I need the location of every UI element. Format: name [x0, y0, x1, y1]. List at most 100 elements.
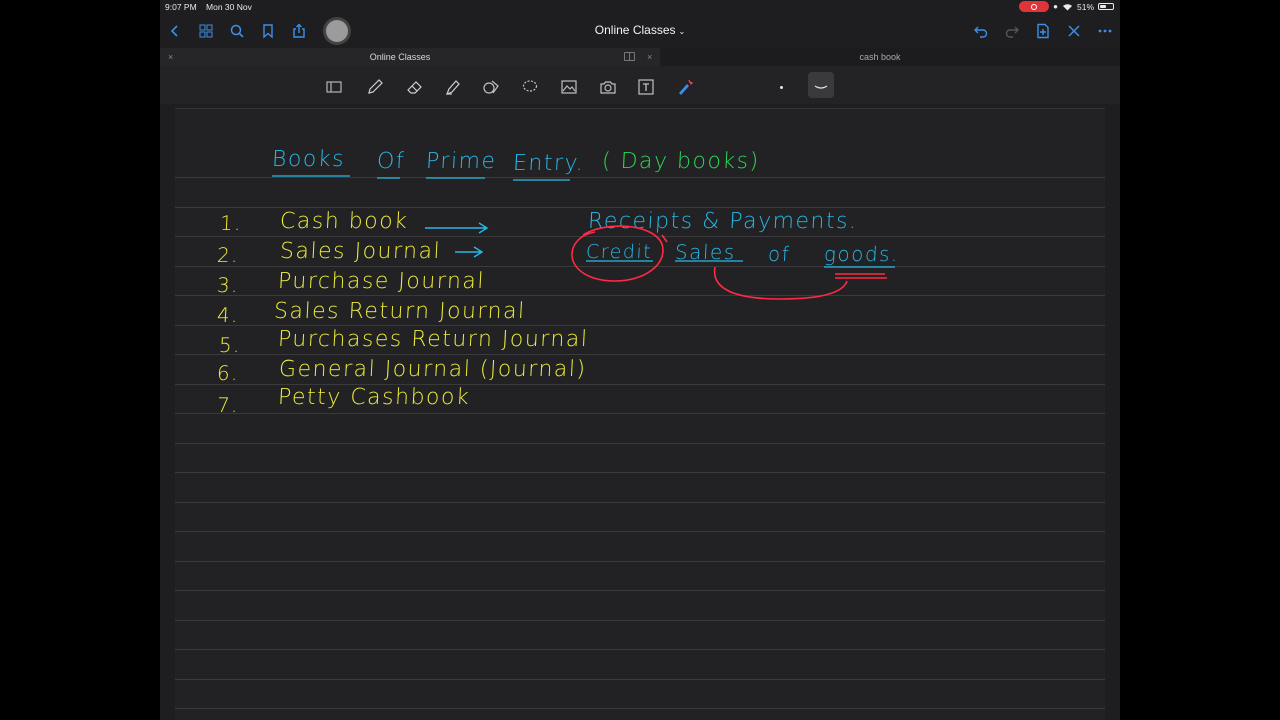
status-date: Mon 30 Nov — [206, 2, 252, 12]
battery-level — [1100, 5, 1106, 8]
signal-icon: ● — [1053, 2, 1058, 11]
wifi-icon — [1062, 3, 1072, 11]
ipad-screen: 9:07 PM Mon 30 Nov ● 51% Online Classes ⌄ — [160, 0, 1120, 720]
more-icon — [1098, 29, 1112, 33]
lasso-shapes-tool[interactable] — [480, 76, 502, 98]
tool-bar — [160, 66, 1120, 104]
tab-online-classes-label: Online Classes — [369, 52, 431, 62]
stroke-preset[interactable] — [810, 76, 832, 98]
note-receipts-payments: Receipts & Payments. — [587, 209, 859, 234]
ruled-line — [175, 649, 1105, 650]
ruled-line — [175, 295, 1105, 296]
list-item-general-journal: General Journal (Journal) — [278, 357, 588, 382]
laser-pointer-icon — [679, 79, 694, 95]
battery-icon — [1098, 3, 1114, 10]
list-number: 3. — [216, 273, 240, 297]
status-left: 9:07 PM Mon 30 Nov — [165, 2, 259, 12]
list-item-purchase-journal: Purchase Journal — [277, 269, 486, 294]
list-number: 2. — [216, 243, 240, 267]
list-item-purchases-return-journal: Purchases Return Journal — [277, 327, 590, 352]
lasso-icon — [522, 80, 538, 92]
eraser-tool[interactable] — [404, 76, 426, 98]
list-item-petty-cashbook: Petty Cashbook — [277, 385, 471, 410]
status-time: 9:07 PM — [165, 2, 197, 12]
note-of: of — [767, 242, 791, 266]
ruled-line — [175, 472, 1105, 473]
list-item-cash-book: Cash book — [279, 209, 410, 234]
screen-recording-indicator[interactable] — [1019, 1, 1050, 12]
split-view-icon[interactable] — [624, 52, 635, 61]
note-goods: goods. — [823, 242, 900, 266]
list-number: 1. — [219, 211, 243, 235]
list-number: 5. — [218, 333, 242, 357]
status-bar: 9:07 PM Mon 30 Nov ● 51% — [160, 0, 1120, 14]
status-right: ● 51% — [1019, 1, 1114, 12]
chevron-down-icon: ⌄ — [678, 27, 686, 36]
ruled-line — [175, 413, 1105, 414]
more-button[interactable] — [1096, 22, 1114, 40]
image-tool[interactable] — [558, 76, 580, 98]
ruled-line — [175, 590, 1105, 591]
heading-prime: Prime — [425, 149, 498, 174]
ruled-line — [175, 207, 1105, 208]
ruled-line — [175, 620, 1105, 621]
add-page-icon — [1037, 23, 1049, 39]
ruled-line — [175, 679, 1105, 680]
shapes-tool[interactable] — [323, 76, 345, 98]
close-icon — [1068, 25, 1080, 37]
note-sales: Sales — [674, 240, 737, 264]
heading-entry: Entry. — [512, 151, 586, 176]
pen-thickness-dot[interactable] — [770, 76, 792, 98]
add-page-button[interactable] — [1034, 22, 1052, 40]
redo-icon — [1005, 26, 1019, 38]
undo-button[interactable] — [972, 22, 990, 40]
thickness-dot-icon — [779, 85, 783, 89]
ruled-line — [175, 236, 1105, 237]
heading-day-books: ( Day books) — [601, 149, 761, 174]
stroke-curve-icon — [814, 85, 828, 89]
ruled-line — [175, 502, 1105, 503]
ruled-line — [175, 443, 1105, 444]
text-icon — [638, 79, 654, 95]
highlighter-icon — [445, 80, 460, 96]
ruled-line — [175, 708, 1105, 709]
ruled-line — [175, 325, 1105, 326]
handwriting-ink — [272, 175, 895, 300]
list-number: 6. — [216, 361, 240, 385]
text-tool[interactable] — [635, 76, 657, 98]
pen-tool[interactable] — [364, 76, 386, 98]
lasso-tool[interactable] — [519, 76, 541, 98]
camera-icon — [600, 81, 616, 94]
shapes-icon — [326, 81, 342, 93]
close-editor-button[interactable] — [1065, 22, 1083, 40]
list-item-sales-return-journal: Sales Return Journal — [273, 299, 527, 324]
list-number: 7. — [216, 393, 240, 417]
document-title-text: Online Classes — [594, 23, 676, 37]
ruled-line — [175, 354, 1105, 355]
image-icon — [561, 80, 577, 94]
heading-books: Books — [271, 147, 346, 172]
list-item-sales-journal: Sales Journal — [279, 239, 442, 264]
note-credit: Credit — [585, 241, 653, 263]
pen-icon — [368, 79, 383, 94]
ruled-line — [175, 266, 1105, 267]
eraser-icon — [407, 81, 422, 94]
tab-cash-book[interactable]: cash book — [660, 48, 1100, 66]
navigation-bar: Online Classes ⌄ — [160, 14, 1120, 48]
ruled-line — [175, 561, 1105, 562]
ruled-line — [175, 177, 1105, 178]
note-page[interactable]: Books Of Prime Entry. ( Day books) 1. Ca… — [175, 108, 1105, 720]
ruled-line — [175, 531, 1105, 532]
camera-tool[interactable] — [597, 76, 619, 98]
battery-percent: 51% — [1076, 1, 1094, 12]
close-tab-icon[interactable]: × — [647, 48, 652, 66]
heading-of: Of — [376, 149, 406, 174]
record-icon — [1031, 3, 1038, 10]
tab-bar: × Online Classes × cash book — [160, 48, 1120, 66]
undo-icon — [974, 26, 988, 38]
lasso-shapes-icon — [483, 80, 499, 94]
highlighter-tool[interactable] — [442, 76, 464, 98]
list-number: 4. — [216, 303, 240, 327]
redo-button[interactable] — [1003, 22, 1021, 40]
laser-pointer-tool[interactable] — [673, 76, 695, 98]
